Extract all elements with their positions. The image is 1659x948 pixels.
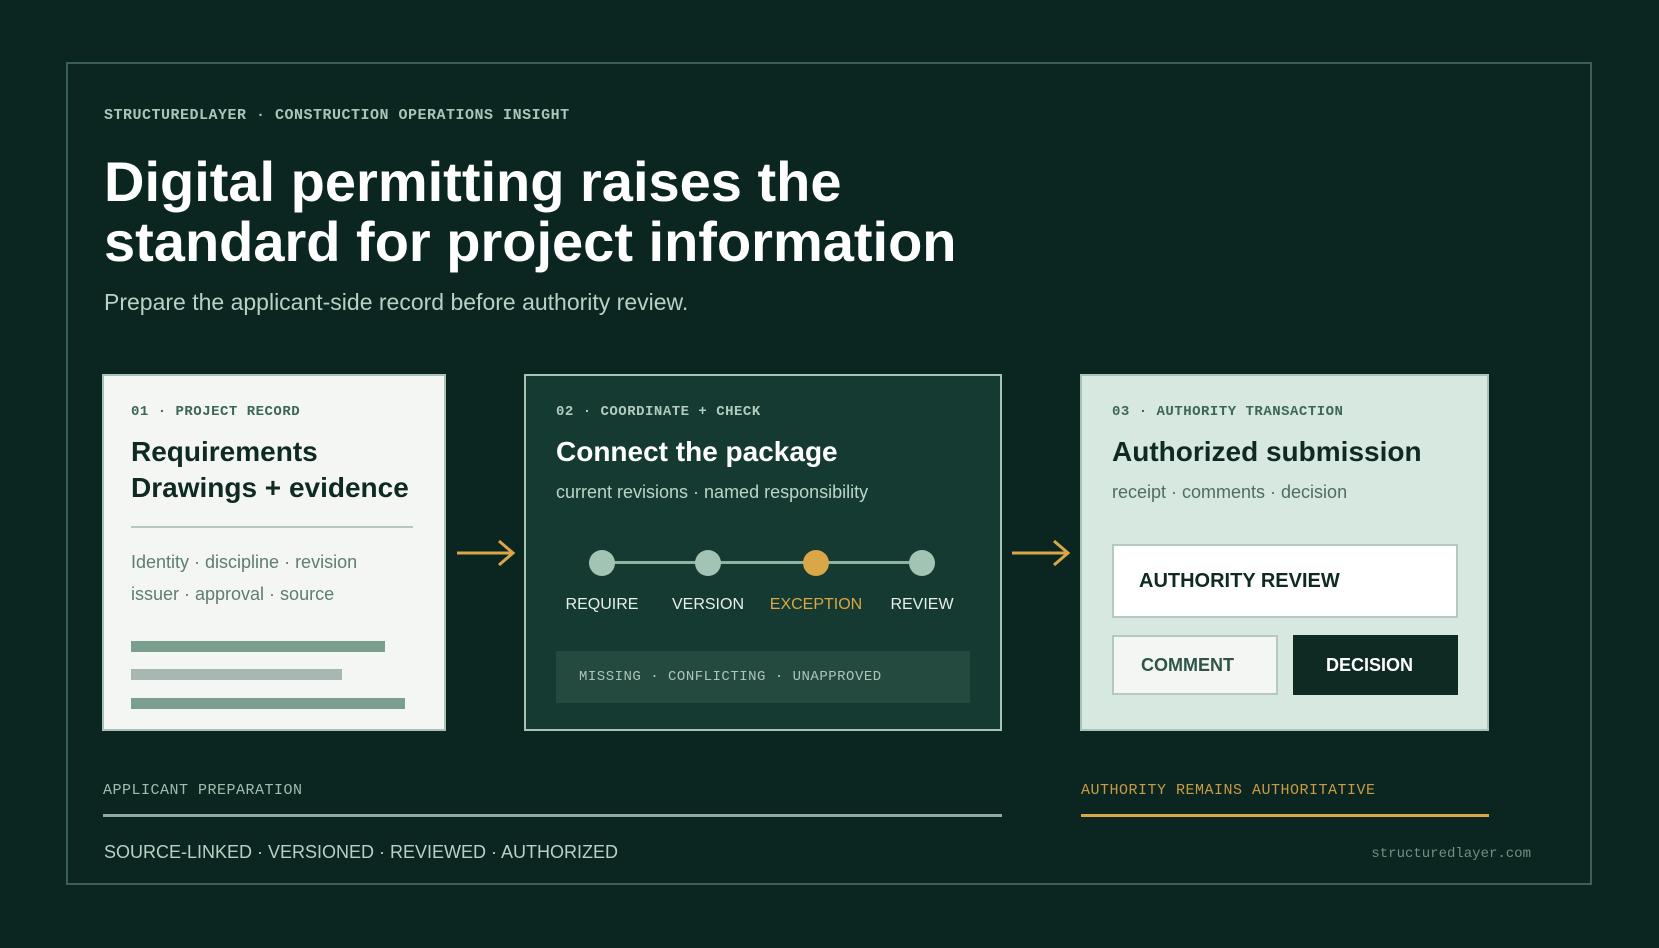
page-subtitle: Prepare the applicant-side record before…	[104, 289, 689, 315]
coordinate-check-card: 02 · COORDINATE + CHECK Connect the pack…	[524, 374, 1002, 731]
authority-review-box: AUTHORITY REVIEW	[1112, 544, 1458, 618]
card3-subtitle: receipt · comments · decision	[1112, 482, 1348, 502]
footer-url[interactable]: structuredlayer.com	[1371, 846, 1531, 862]
applicant-preparation-label: APPLICANT PREPARATION	[103, 782, 303, 799]
title-line-1: Digital permitting raises the	[104, 150, 842, 213]
authority-transaction-card: 03 · AUTHORITY TRANSACTION Authorized su…	[1080, 374, 1489, 731]
footer-tags: SOURCE-LINKED · VERSIONED · REVIEWED · A…	[104, 842, 619, 862]
decision-button[interactable]: DECISION	[1293, 635, 1458, 695]
step-label-version: VERSION	[671, 596, 744, 613]
card2-subtitle: current revisions · named responsibility	[556, 482, 869, 502]
card1-title-line-1: Requirements	[131, 436, 318, 467]
arrow-right-icon	[1012, 539, 1071, 567]
arrow-right-icon	[457, 539, 516, 567]
card1-meta-line-1: Identity · discipline · revision	[131, 552, 358, 572]
card2-title: Connect the package	[556, 436, 838, 467]
card1-title: Requirements Drawings + evidence	[131, 434, 409, 506]
authority-line	[1081, 814, 1489, 817]
title-line-2: standard for project information	[104, 210, 957, 273]
placeholder-bar-1	[131, 641, 385, 652]
applicant-preparation-line	[103, 814, 1002, 817]
authority-label: AUTHORITY REMAINS AUTHORITATIVE	[1081, 782, 1376, 799]
step-label-exception: EXCEPTION	[769, 596, 863, 613]
step-label-require: REQUIRE	[565, 596, 639, 613]
steps-line	[602, 561, 922, 564]
card1-divider	[131, 526, 413, 528]
page-title: Digital permitting raises the standard f…	[104, 152, 1004, 272]
step-label-review: REVIEW	[890, 596, 954, 613]
placeholder-bar-3	[131, 698, 405, 709]
card1-meta-line-2: issuer · approval · source	[131, 584, 335, 604]
step-dot-review	[909, 550, 935, 576]
card1-title-line-2: Drawings + evidence	[131, 472, 409, 503]
card2-label: 02 · COORDINATE + CHECK	[556, 404, 761, 420]
exception-status-box: MISSING · CONFLICTING · UNAPPROVED	[556, 651, 970, 703]
step-dot-version	[695, 550, 721, 576]
eyebrow: STRUCTUREDLAYER · CONSTRUCTION OPERATION…	[104, 107, 570, 124]
placeholder-bar-2	[131, 669, 342, 680]
step-dot-require	[589, 550, 615, 576]
project-record-card: 01 · PROJECT RECORD Requirements Drawing…	[102, 374, 446, 731]
comment-button[interactable]: COMMENT	[1112, 635, 1278, 695]
card3-title: Authorized submission	[1112, 436, 1422, 467]
step-dot-exception	[803, 550, 829, 576]
card3-label: 03 · AUTHORITY TRANSACTION	[1112, 404, 1344, 420]
authority-review-label: AUTHORITY REVIEW	[1139, 570, 1340, 592]
exception-status-text: MISSING · CONFLICTING · UNAPPROVED	[579, 669, 882, 685]
card1-label: 01 · PROJECT RECORD	[131, 404, 301, 420]
